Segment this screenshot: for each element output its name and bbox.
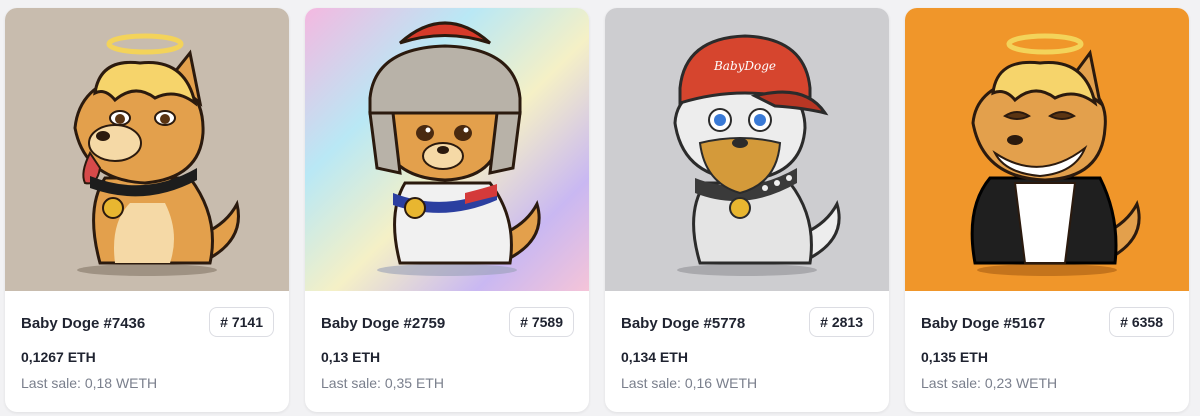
nft-name[interactable]: Baby Doge #5167 bbox=[921, 315, 1045, 332]
nft-card[interactable]: BabyDoge Baby Doge #5778 # 2813 0,134 ET… bbox=[605, 8, 889, 412]
card-info: Baby Doge #7436 # 7141 0,1267 ETH Last s… bbox=[5, 291, 289, 412]
nft-price: 0,134 ETH bbox=[621, 349, 688, 365]
baby-doge-artwork bbox=[905, 8, 1189, 291]
nft-name[interactable]: Baby Doge #7436 bbox=[21, 315, 145, 332]
rarity-rank-badge: # 7141 bbox=[209, 307, 274, 337]
nft-price: 0,135 ETH bbox=[921, 349, 988, 365]
baby-doge-artwork bbox=[605, 8, 889, 291]
nft-card[interactable]: Baby Doge #2759 # 7589 0,13 ETH Last sal… bbox=[305, 8, 589, 412]
last-sale: Last sale: 0,23 WETH bbox=[921, 375, 1058, 391]
card-info: Baby Doge #5167 # 6358 0,135 ETH Last sa… bbox=[905, 291, 1189, 412]
nft-name[interactable]: Baby Doge #5778 bbox=[621, 315, 745, 332]
last-sale: Last sale: 0,16 WETH bbox=[621, 375, 758, 391]
nft-card[interactable]: Baby Doge #7436 # 7141 0,1267 ETH Last s… bbox=[5, 8, 289, 412]
rarity-rank-badge: # 6358 bbox=[1109, 307, 1174, 337]
nft-image[interactable]: BabyDoge bbox=[605, 8, 889, 291]
rarity-rank-badge: # 7589 bbox=[509, 307, 574, 337]
nft-image[interactable] bbox=[5, 8, 289, 291]
baby-doge-artwork bbox=[305, 8, 589, 291]
nft-card-grid: Baby Doge #7436 # 7141 0,1267 ETH Last s… bbox=[0, 0, 1200, 416]
card-info: Baby Doge #5778 # 2813 0,134 ETH Last sa… bbox=[605, 291, 889, 412]
last-sale: Last sale: 0,18 WETH bbox=[21, 375, 158, 391]
last-sale: Last sale: 0,35 ETH bbox=[321, 375, 444, 391]
rarity-rank-badge: # 2813 bbox=[809, 307, 874, 337]
nft-image[interactable] bbox=[305, 8, 589, 291]
nft-price: 0,13 ETH bbox=[321, 349, 381, 365]
nft-image[interactable] bbox=[905, 8, 1189, 291]
nft-price: 0,1267 ETH bbox=[21, 349, 96, 365]
nft-name[interactable]: Baby Doge #2759 bbox=[321, 315, 445, 332]
nft-card[interactable]: Baby Doge #5167 # 6358 0,135 ETH Last sa… bbox=[905, 8, 1189, 412]
baby-doge-artwork bbox=[5, 8, 289, 291]
card-info: Baby Doge #2759 # 7589 0,13 ETH Last sal… bbox=[305, 291, 589, 412]
